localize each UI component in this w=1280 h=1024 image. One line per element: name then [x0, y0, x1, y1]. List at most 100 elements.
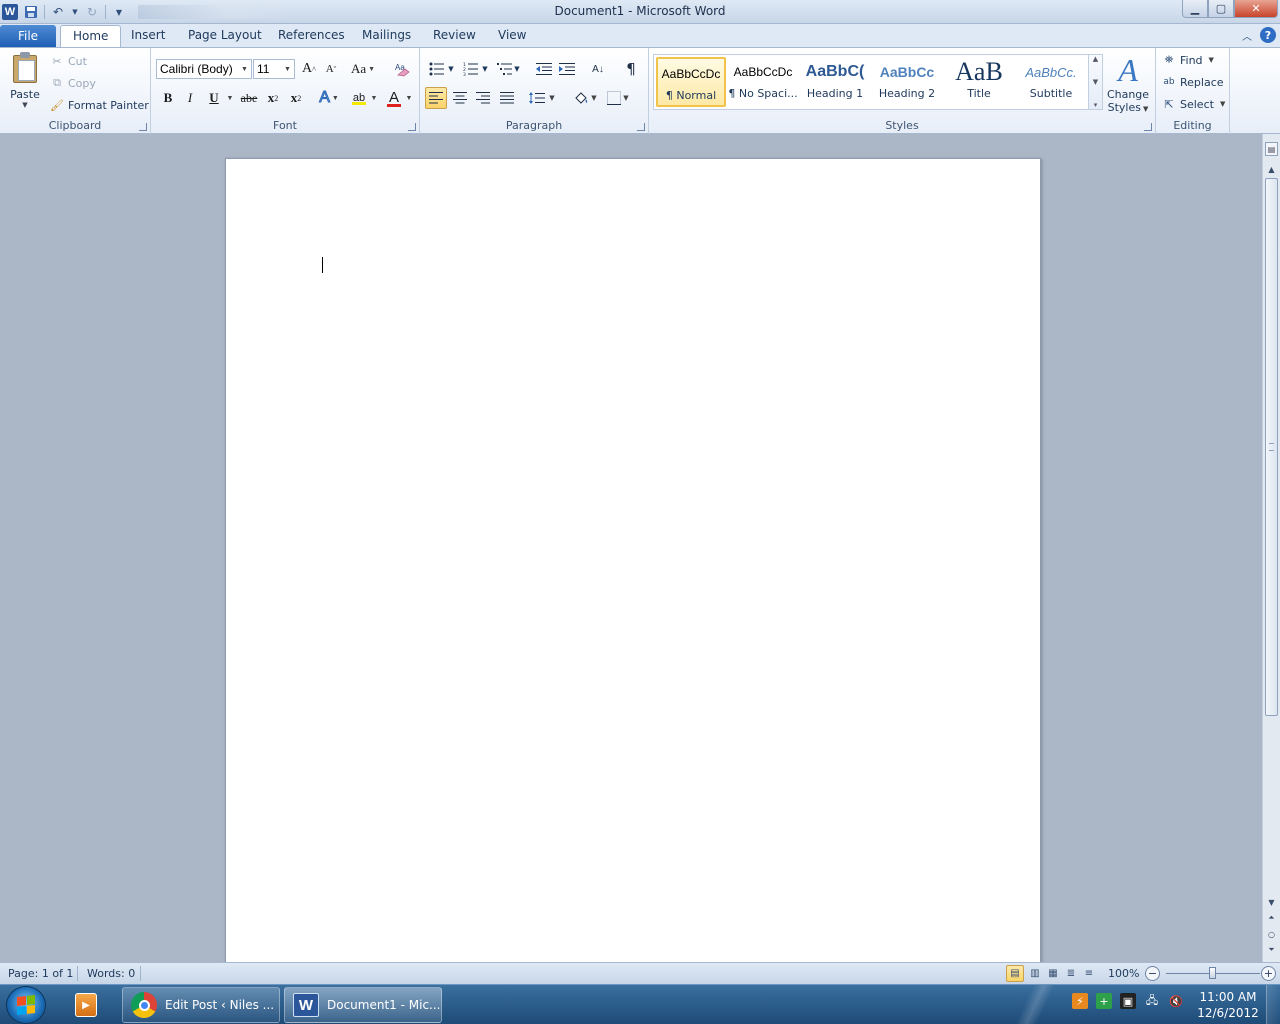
gallery-more-icon[interactable]: ▾ — [1094, 101, 1098, 109]
outline-view-icon[interactable]: ≣ — [1062, 965, 1080, 982]
tab-file[interactable]: File — [0, 25, 56, 47]
italic-button[interactable]: I — [180, 88, 200, 108]
increase-indent-button[interactable] — [556, 58, 578, 80]
numbering-dropdown-icon[interactable]: ▼ — [480, 58, 490, 80]
minimize-ribbon-icon[interactable]: ︿ — [1242, 28, 1252, 43]
font-name-dropdown-icon[interactable]: ▼ — [239, 61, 250, 77]
gallery-down-icon[interactable]: ▼ — [1093, 78, 1098, 86]
style-title[interactable]: AaB Title — [944, 57, 1014, 107]
web-layout-view-icon[interactable]: ▦ — [1044, 965, 1062, 982]
minimize-button[interactable]: ▁ — [1182, 0, 1208, 18]
tab-insert[interactable]: Insert — [131, 28, 165, 42]
tray-app-icon[interactable]: ⚡ — [1072, 993, 1088, 1009]
font-size-combo[interactable]: 11 ▼ — [253, 59, 295, 79]
paragraph-launcher-icon[interactable] — [637, 123, 645, 131]
style-heading-2[interactable]: AaBbCc Heading 2 — [872, 57, 942, 107]
taskbar-item-chrome[interactable]: Edit Post ‹ Niles ... — [122, 987, 280, 1023]
paste-button[interactable]: Paste ▼ — [6, 52, 44, 109]
align-right-button[interactable] — [472, 87, 494, 109]
font-color-button[interactable]: A — [384, 88, 404, 108]
network-icon[interactable]: 🖧 — [1144, 993, 1160, 1009]
next-page-icon[interactable]: ⏷ — [1263, 943, 1280, 957]
full-screen-reading-view-icon[interactable]: ▥ — [1026, 965, 1044, 982]
copy-button[interactable]: ⧉ Copy — [50, 73, 96, 93]
underline-dropdown-icon[interactable]: ▼ — [225, 88, 234, 108]
shading-button[interactable]: ▼ — [571, 87, 599, 109]
clipboard-launcher-icon[interactable] — [139, 123, 147, 131]
multilevel-dropdown-icon[interactable]: ▼ — [512, 58, 522, 80]
decrease-indent-button[interactable] — [533, 58, 555, 80]
zoom-slider-thumb[interactable] — [1209, 967, 1216, 979]
style-normal[interactable]: AaBbCcDc ¶ Normal — [656, 57, 726, 107]
replace-button[interactable]: ab Replace — [1162, 75, 1223, 89]
tray-monitor-icon[interactable]: ▣ — [1120, 993, 1136, 1009]
text-effects-button[interactable]: A ▼ — [319, 88, 339, 108]
change-styles-button[interactable]: A Change Styles ▼ — [1104, 52, 1152, 114]
scroll-down-icon[interactable]: ▼ — [1263, 895, 1280, 909]
document-page[interactable] — [225, 158, 1041, 962]
tab-mailings[interactable]: Mailings — [362, 28, 411, 42]
taskbar-item-word[interactable]: W Document1 - Mic... — [284, 987, 442, 1023]
numbering-button[interactable]: 123 — [460, 58, 482, 80]
highlight-dropdown-icon[interactable]: ▼ — [369, 88, 378, 108]
font-name-combo[interactable]: Calibri (Body) ▼ — [156, 59, 252, 79]
scroll-up-icon[interactable]: ▲ — [1263, 162, 1280, 176]
close-button[interactable]: ✕ — [1234, 0, 1278, 18]
browse-object-icon[interactable]: ○ — [1263, 927, 1280, 941]
superscript-button[interactable]: x2 — [286, 88, 306, 108]
gallery-up-icon[interactable]: ▲ — [1093, 55, 1098, 63]
tray-shield-icon[interactable]: + — [1096, 993, 1112, 1009]
find-button[interactable]: ⛯ Find ▼ — [1162, 53, 1214, 67]
bullets-button[interactable] — [426, 58, 448, 80]
style-heading-1[interactable]: AaBbC( Heading 1 — [800, 57, 870, 107]
sort-button[interactable]: A↓ — [587, 58, 609, 80]
line-spacing-button[interactable]: ▼ — [528, 87, 556, 109]
font-launcher-icon[interactable] — [408, 123, 416, 131]
subscript-button[interactable]: x2 — [263, 88, 283, 108]
justify-button[interactable] — [496, 87, 518, 109]
word-count[interactable]: Words: 0 — [87, 967, 135, 980]
vertical-scrollbar[interactable]: ▤ ▲ ▼ ⏶ ○ ⏷ — [1262, 134, 1280, 962]
style-subtitle[interactable]: AaBbCc. Subtitle — [1016, 57, 1086, 107]
paste-dropdown-icon[interactable]: ▼ — [6, 101, 44, 109]
show-desktop-button[interactable] — [1266, 985, 1280, 1024]
bullets-dropdown-icon[interactable]: ▼ — [446, 58, 456, 80]
cut-button[interactable]: ✂ Cut — [50, 51, 87, 71]
tab-view[interactable]: View — [498, 28, 526, 42]
tab-review[interactable]: Review — [433, 28, 476, 42]
bold-button[interactable]: B — [158, 88, 178, 108]
volume-muted-icon[interactable]: 🔇 — [1168, 993, 1184, 1009]
underline-button[interactable]: U — [204, 88, 224, 108]
align-left-button[interactable] — [425, 87, 447, 109]
tab-home[interactable]: Home — [60, 25, 122, 48]
show-marks-button[interactable]: ¶ — [620, 58, 642, 80]
format-painter-button[interactable]: 🖌 Format Painter — [50, 95, 149, 115]
styles-launcher-icon[interactable] — [1144, 123, 1152, 131]
help-icon[interactable]: ? — [1260, 27, 1276, 43]
font-color-dropdown-icon[interactable]: ▼ — [404, 88, 413, 108]
highlight-button[interactable]: ab — [349, 88, 369, 108]
taskbar-clock[interactable]: 11:00 AM 12/6/2012 — [1196, 989, 1260, 1021]
print-layout-view-icon[interactable]: ▤ — [1006, 965, 1024, 982]
previous-page-icon[interactable]: ⏶ — [1263, 911, 1280, 925]
maximize-button[interactable]: ▢ — [1208, 0, 1234, 18]
start-button[interactable] — [6, 986, 46, 1024]
align-center-button[interactable] — [449, 87, 471, 109]
style-no-spacing[interactable]: AaBbCcDc ¶ No Spaci... — [728, 57, 798, 107]
shrink-font-button[interactable]: Aˇ — [321, 59, 341, 79]
tab-page-layout[interactable]: Page Layout — [188, 28, 262, 42]
scroll-thumb[interactable] — [1265, 178, 1278, 716]
zoom-in-icon[interactable]: + — [1261, 966, 1276, 981]
media-player-pin[interactable]: ▶ — [66, 989, 106, 1021]
font-size-dropdown-icon[interactable]: ▼ — [282, 61, 293, 77]
zoom-out-icon[interactable]: − — [1145, 966, 1160, 981]
page-count[interactable]: Page: 1 of 1 — [8, 967, 73, 980]
draft-view-icon[interactable]: ≡ — [1080, 965, 1098, 982]
tab-references[interactable]: References — [278, 28, 345, 42]
view-ruler-icon[interactable]: ▤ — [1265, 142, 1278, 156]
change-case-button[interactable]: Aa ▼ — [351, 59, 375, 79]
select-button[interactable]: ⇱ Select ▼ — [1162, 97, 1225, 111]
grow-font-button[interactable]: A ^ — [299, 59, 319, 79]
zoom-level[interactable]: 100% — [1108, 967, 1139, 980]
clear-formatting-button[interactable]: Aa — [393, 59, 413, 79]
